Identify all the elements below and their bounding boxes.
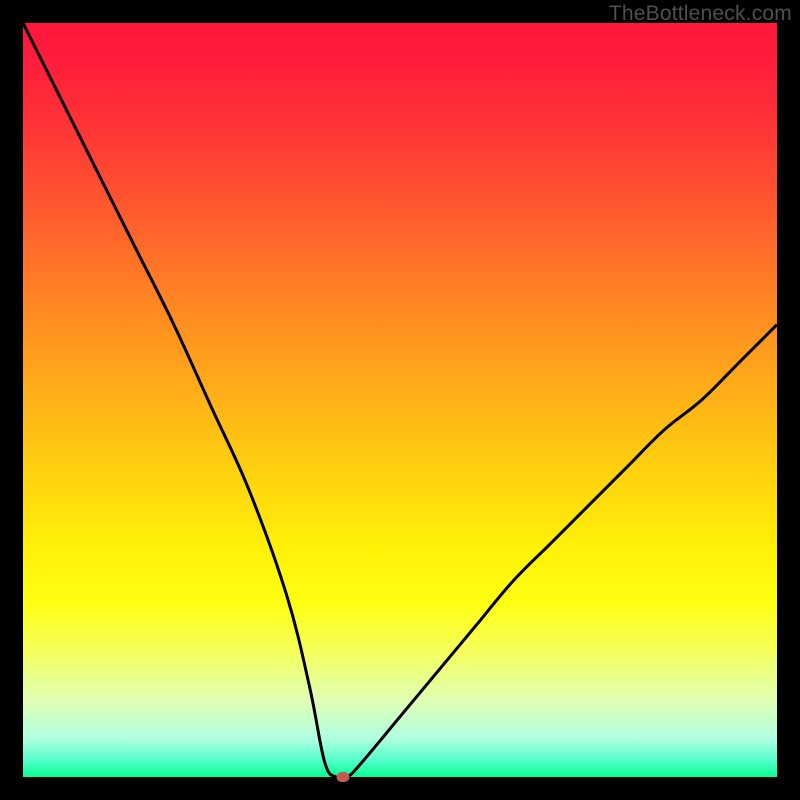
curve-minimum-marker [337, 772, 350, 782]
bottleneck-curve-path [23, 23, 777, 777]
chart-frame: TheBottleneck.com [0, 0, 800, 800]
curve-svg [23, 23, 777, 777]
plot-area [23, 23, 777, 777]
